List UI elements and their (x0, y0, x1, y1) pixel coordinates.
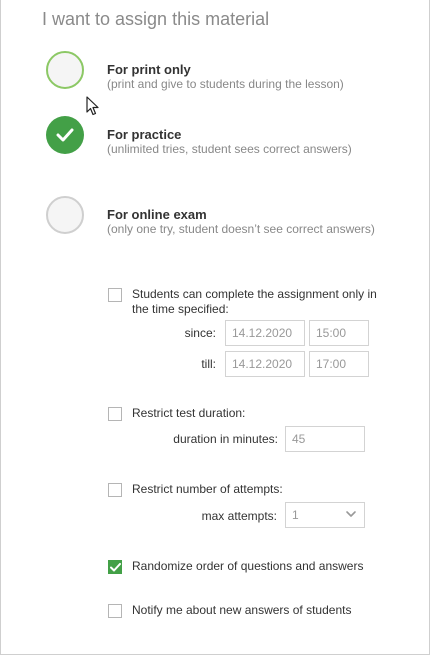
since-label: since: (184, 326, 216, 340)
check-icon (110, 563, 121, 572)
since-date-input[interactable]: 14.12.2020 (225, 320, 305, 346)
page-title: I want to assign this material (42, 9, 270, 29)
duration-minutes-input[interactable]: 45 (285, 426, 365, 452)
max-attempts-label: max attempts: (201, 509, 277, 523)
till-label: till: (201, 357, 216, 371)
randomize-checkbox[interactable] (108, 560, 122, 574)
restrict-duration-label: Restrict test duration: (132, 406, 246, 420)
radio-online-exam[interactable] (46, 196, 84, 234)
restrict-duration-checkbox[interactable] (108, 407, 122, 421)
option-print-only[interactable]: For print only (print and give to studen… (46, 51, 386, 91)
option-practice[interactable]: For practice (unlimited tries, student s… (46, 116, 386, 176)
notify-label: Notify me about new answers of students (132, 603, 352, 617)
notify-checkbox[interactable] (108, 604, 122, 618)
duration-minutes-label: duration in minutes: (173, 432, 278, 446)
chevron-down-icon (346, 511, 356, 517)
option-online-exam[interactable]: For online exam (only one try, student d… (46, 196, 386, 256)
randomize-label: Randomize order of questions and answers (132, 559, 364, 573)
check-icon (56, 128, 74, 142)
till-date-input[interactable]: 14.12.2020 (225, 351, 305, 377)
option-title: For online exam (107, 207, 207, 222)
since-time-input[interactable]: 15:00 (309, 320, 369, 346)
radio-print-only[interactable] (46, 51, 84, 89)
radio-practice[interactable] (46, 116, 84, 154)
till-time-input[interactable]: 17:00 (309, 351, 369, 377)
option-description: (print and give to students during the l… (107, 77, 344, 91)
time-limit-label: Students can complete the assignment onl… (132, 287, 377, 316)
option-description: (unlimited tries, student sees correct a… (107, 142, 352, 156)
time-limit-checkbox[interactable] (108, 288, 122, 302)
assign-material-panel: I want to assign this material For print… (0, 0, 430, 655)
max-attempts-value: 1 (292, 508, 299, 522)
restrict-attempts-checkbox[interactable] (108, 483, 122, 497)
option-description: (only one try, student doesn’t see corre… (107, 222, 375, 236)
option-title: For practice (107, 127, 182, 142)
restrict-attempts-label: Restrict number of attempts: (132, 482, 283, 496)
max-attempts-select[interactable]: 1 (285, 502, 365, 528)
option-title: For print only (107, 62, 191, 77)
mouse-cursor-icon (86, 96, 99, 116)
